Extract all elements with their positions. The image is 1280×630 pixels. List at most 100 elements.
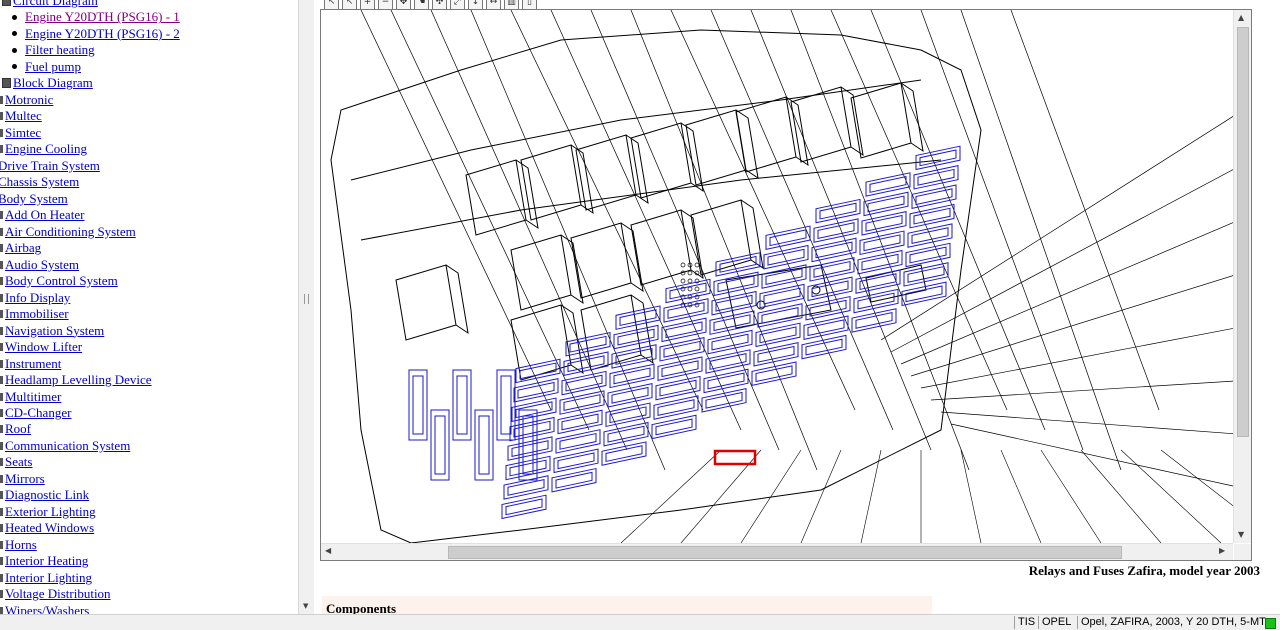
tree-node-icon[interactable] xyxy=(0,524,3,533)
scroll-down-icon[interactable]: ▼ xyxy=(1238,530,1244,539)
tree-node-icon[interactable] xyxy=(0,392,3,401)
tree-item-link[interactable]: Engine Y20DTH (PSG16) - 1 xyxy=(25,9,180,24)
tree-node-icon[interactable] xyxy=(0,507,3,516)
tree-item-link[interactable]: Interior Heating xyxy=(5,553,88,568)
tree-node-icon[interactable] xyxy=(0,293,3,302)
tree-item[interactable]: Simtec xyxy=(0,125,41,141)
tree-item-link[interactable]: Window Lifter xyxy=(5,339,82,354)
tree-node-icon[interactable] xyxy=(0,211,3,220)
tree-item-link[interactable]: Chassis System xyxy=(0,174,79,189)
tree-item[interactable]: Seats xyxy=(0,454,32,470)
tree-item[interactable]: Engine Y20DTH (PSG16) - 2 xyxy=(12,26,180,42)
scroll-left-icon[interactable]: ◀ xyxy=(325,546,331,555)
tree-item-link[interactable]: Filter heating xyxy=(25,42,95,57)
tree-item-link[interactable]: Navigation System xyxy=(5,323,104,338)
tree-node-icon[interactable] xyxy=(0,590,3,599)
tree-node-icon[interactable] xyxy=(0,491,3,500)
tree-item[interactable]: Audio System xyxy=(0,257,79,273)
vertical-scrollbar[interactable]: ▲ ▼ xyxy=(1233,10,1251,543)
tree-item[interactable]: Horns xyxy=(0,537,37,553)
tree-node-icon[interactable] xyxy=(0,277,3,286)
tree-item[interactable]: CD-Changer xyxy=(0,405,71,421)
tree-node-icon[interactable] xyxy=(0,474,3,483)
tree-item[interactable]: Instrument xyxy=(0,356,61,372)
tree-item-link[interactable]: CD-Changer xyxy=(5,405,71,420)
tree-node-icon[interactable] xyxy=(0,128,3,137)
tree-node-icon[interactable] xyxy=(0,95,3,104)
tree-node-icon[interactable] xyxy=(0,606,3,614)
tree-item[interactable]: Body Control System xyxy=(0,273,118,289)
tree-node-icon[interactable] xyxy=(0,458,3,467)
tree-item-link[interactable]: Headlamp Levelling Device xyxy=(5,372,152,387)
pane-splitter[interactable]: ▼ xyxy=(298,0,315,614)
tree-item-link[interactable]: Roof xyxy=(5,421,31,436)
scroll-up-icon[interactable]: ▲ xyxy=(1238,13,1244,22)
tree-item-link[interactable]: Add On Heater xyxy=(5,207,84,222)
horizontal-scroll-thumb[interactable] xyxy=(448,546,1122,559)
tree-node-icon[interactable] xyxy=(0,310,3,319)
tree-item[interactable]: Fuel pump xyxy=(12,59,81,75)
tree-item-link[interactable]: Info Display xyxy=(5,290,70,305)
tree-item-link[interactable]: Fuel pump xyxy=(25,59,81,74)
tree-item-link[interactable]: Block Diagram xyxy=(13,75,93,90)
tree-node-icon[interactable] xyxy=(0,540,3,549)
tree-item-link[interactable]: Wipers/Washers xyxy=(5,603,89,614)
tree-item-link[interactable]: Motronic xyxy=(5,92,53,107)
folder-icon[interactable] xyxy=(2,78,11,89)
tree-item[interactable]: Engine Y20DTH (PSG16) - 1 xyxy=(12,9,180,25)
tree-item-link[interactable]: Heated Windows xyxy=(5,520,94,535)
tree-item[interactable]: Interior Heating xyxy=(0,553,88,569)
tree-item-link[interactable]: Instrument xyxy=(5,356,61,371)
tree-node-icon[interactable] xyxy=(0,425,3,434)
tree-item[interactable]: Roof xyxy=(0,421,31,437)
tree-node-icon[interactable] xyxy=(0,260,3,269)
tree-item-link[interactable]: Seats xyxy=(5,454,32,469)
tree-item-link[interactable]: Interior Lighting xyxy=(5,570,92,585)
tree-item[interactable]: Engine Cooling xyxy=(0,141,87,157)
tree-item[interactable]: Voltage Distribution xyxy=(0,586,111,602)
fuse-box-drawing[interactable] xyxy=(321,10,1233,543)
tree-item[interactable]: Diagnostic Link xyxy=(0,487,89,503)
tree-node-icon[interactable] xyxy=(0,376,3,385)
tree-node-icon[interactable] xyxy=(0,112,3,121)
tree-item[interactable]: Immobiliser xyxy=(0,306,69,322)
tree-item-link[interactable]: Circuit Diagram xyxy=(13,0,98,8)
tree-item[interactable]: Exterior Lighting xyxy=(0,504,96,520)
tree-item[interactable]: Multec xyxy=(0,108,42,124)
horizontal-scrollbar[interactable]: ◀ ▶ xyxy=(321,543,1233,560)
tree-node-icon[interactable] xyxy=(0,227,3,236)
tree-item-link[interactable]: Immobiliser xyxy=(5,306,69,321)
tree-item-link[interactable]: Multitimer xyxy=(5,389,61,404)
tree-item[interactable]: Wipers/Washers xyxy=(0,603,89,614)
scroll-down-arrow-icon[interactable]: ▼ xyxy=(303,602,308,610)
tree-item[interactable]: Airbag xyxy=(0,240,41,256)
tree-item-link[interactable]: Mirrors xyxy=(5,471,45,486)
tree-item[interactable]: Mirrors xyxy=(0,471,45,487)
splitter-grip-icon[interactable] xyxy=(304,294,309,304)
tree-item-link[interactable]: Voltage Distribution xyxy=(5,586,111,601)
diagram-viewer[interactable]: ▲ ▼ ◀ ▶ xyxy=(320,9,1252,561)
tree-item[interactable]: Block Diagram xyxy=(2,75,93,91)
tree-item[interactable]: Add On Heater xyxy=(0,207,84,223)
tree-item[interactable]: Drive Train System xyxy=(0,158,100,174)
tree-node-icon[interactable] xyxy=(0,145,3,154)
tree-item[interactable]: Body System xyxy=(0,191,68,207)
tree-item-link[interactable]: Engine Cooling xyxy=(5,141,87,156)
tree-item-link[interactable]: Communication System xyxy=(5,438,130,453)
tree-node-icon[interactable] xyxy=(0,409,3,418)
tree-item-link[interactable]: Body System xyxy=(0,191,68,206)
tree-item-link[interactable]: Air Conditioning System xyxy=(5,224,136,239)
tree-node-icon[interactable] xyxy=(0,343,3,352)
tree-item[interactable]: Headlamp Levelling Device xyxy=(0,372,152,388)
tree-item-link[interactable]: Engine Y20DTH (PSG16) - 2 xyxy=(25,26,180,41)
tree-node-icon[interactable] xyxy=(0,326,3,335)
tree-item-link[interactable]: Drive Train System xyxy=(0,158,100,173)
tree-item-link[interactable]: Horns xyxy=(5,537,37,552)
tree-item-link[interactable]: Body Control System xyxy=(5,273,118,288)
tree-item[interactable]: Air Conditioning System xyxy=(0,224,136,240)
tree-item-link[interactable]: Exterior Lighting xyxy=(5,504,96,519)
tree-node-icon[interactable] xyxy=(0,244,3,253)
tree-node-icon[interactable] xyxy=(0,557,3,566)
tree-item[interactable]: Window Lifter xyxy=(0,339,82,355)
vertical-scroll-thumb[interactable] xyxy=(1237,27,1249,437)
